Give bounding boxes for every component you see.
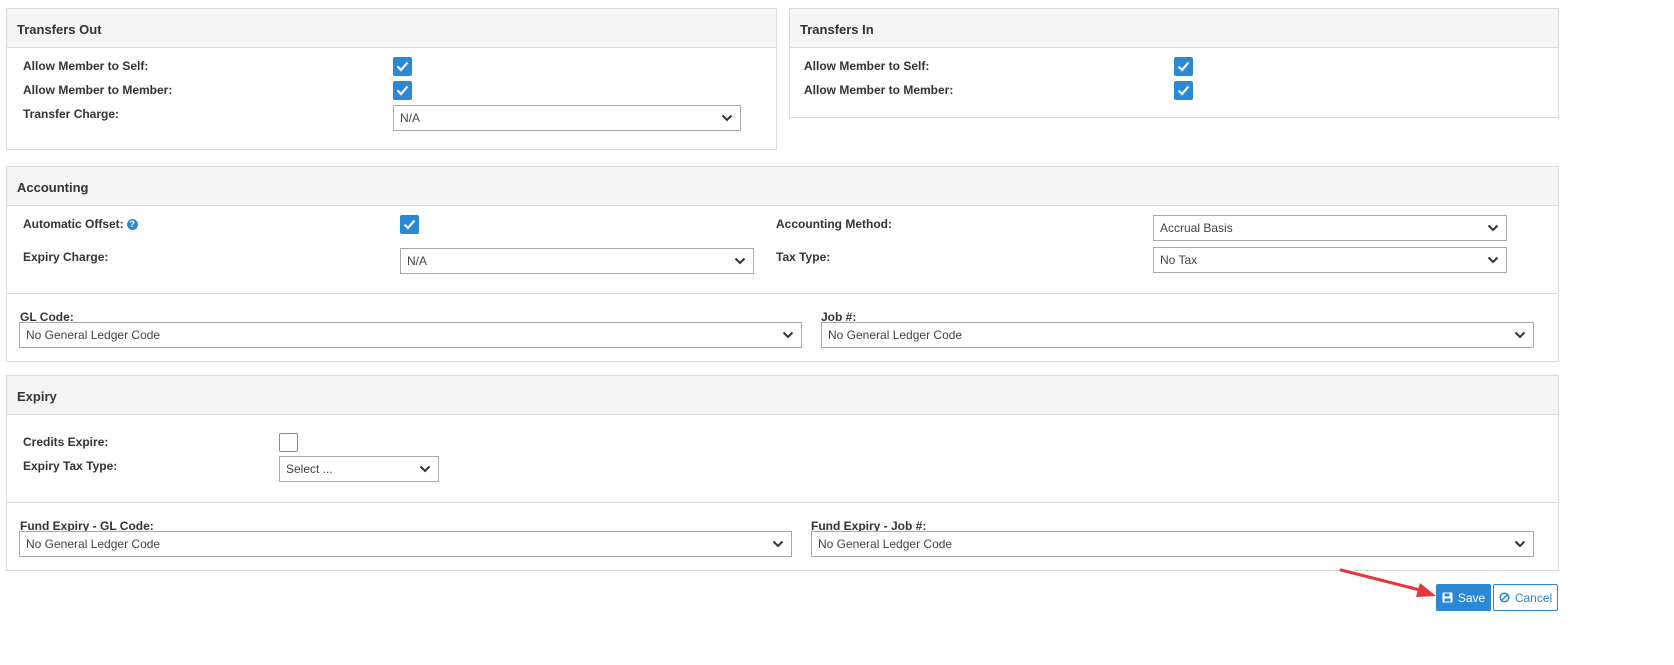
accounting-method-select[interactable]: Accrual Basis <box>1153 215 1507 241</box>
credits-expire-checkbox[interactable] <box>279 433 298 452</box>
transfers-out-title: Transfers Out <box>7 9 776 48</box>
fund-expiry-job-value: No General Ledger Code <box>818 537 953 551</box>
fund-expiry-gl-code-value: No General Ledger Code <box>26 537 161 551</box>
allow-member-to-member-label: Allow Member to Member: <box>804 83 954 97</box>
expiry-charge-value: N/A <box>407 254 428 268</box>
chevron-down-icon <box>782 331 794 339</box>
cancel-button[interactable]: Cancel <box>1493 584 1558 611</box>
floppy-disk-icon <box>1442 592 1453 603</box>
chevron-down-icon <box>772 540 784 548</box>
transfers-in-panel: Transfers In Allow Member to Self: Allow… <box>789 8 1559 118</box>
checkmark-icon <box>403 219 416 230</box>
expiry-title: Expiry <box>7 376 1558 415</box>
chevron-down-icon <box>419 465 431 473</box>
help-icon[interactable]: ? <box>126 219 138 230</box>
chevron-down-icon <box>1514 331 1526 339</box>
expiry-charge-label: Expiry Charge: <box>23 250 109 264</box>
transfer-charge-select[interactable]: N/A <box>393 105 741 131</box>
checkmark-icon <box>1177 85 1190 96</box>
transfers-in-member-to-self-checkbox[interactable] <box>1174 57 1193 76</box>
expiry-charge-select[interactable]: N/A <box>400 248 754 274</box>
expiry-tax-type-select[interactable]: Select ... <box>279 456 439 482</box>
transfer-charge-label: Transfer Charge: <box>23 107 120 121</box>
automatic-offset-label: Automatic Offset:? <box>23 217 138 231</box>
expiry-tax-type-label: Expiry Tax Type: <box>23 459 118 473</box>
annotation-arrow <box>1339 568 1436 597</box>
ban-icon <box>1499 592 1510 603</box>
expiry-panel: Expiry Credits Expire: Expiry Tax Type: … <box>6 375 1559 571</box>
allow-member-to-member-label: Allow Member to Member: <box>23 83 173 97</box>
chevron-down-icon <box>1514 540 1526 548</box>
allow-member-to-self-label: Allow Member to Self: <box>804 59 930 73</box>
accounting-title: Accounting <box>7 167 1558 206</box>
checkmark-icon <box>396 61 409 72</box>
cancel-button-label: Cancel <box>1514 590 1553 605</box>
accounting-panel: Accounting Automatic Offset:? Expiry Cha… <box>6 166 1559 362</box>
allow-member-to-self-label: Allow Member to Self: <box>23 59 149 73</box>
gl-code-value: No General Ledger Code <box>26 328 161 342</box>
transfers-out-panel: Transfers Out Allow Member to Self: Allo… <box>6 8 777 150</box>
tax-type-value: No Tax <box>1160 253 1198 267</box>
expiry-tax-type-value: Select ... <box>286 462 333 476</box>
fund-expiry-job-select[interactable]: No General Ledger Code <box>811 531 1534 557</box>
expiry-divider <box>7 502 1558 503</box>
transfer-charge-value: N/A <box>400 111 421 125</box>
fund-expiry-gl-code-select[interactable]: No General Ledger Code <box>19 531 792 557</box>
accounting-method-value: Accrual Basis <box>1160 221 1233 235</box>
automatic-offset-checkbox[interactable] <box>400 215 419 234</box>
accounting-method-label: Accounting Method: <box>776 217 892 231</box>
checkmark-icon <box>1177 61 1190 72</box>
checkmark-icon <box>396 85 409 96</box>
chevron-down-icon <box>721 114 733 122</box>
chevron-down-icon <box>734 257 746 265</box>
tax-type-select[interactable]: No Tax <box>1153 247 1507 273</box>
transfers-in-member-to-member-checkbox[interactable] <box>1174 81 1193 100</box>
chevron-down-icon <box>1487 224 1499 232</box>
transfers-in-title: Transfers In <box>790 9 1558 48</box>
save-button-label: Save <box>1457 590 1486 605</box>
transfers-out-member-to-self-checkbox[interactable] <box>393 57 412 76</box>
credits-expire-label: Credits Expire: <box>23 435 109 449</box>
tax-type-label: Tax Type: <box>776 250 831 264</box>
job-number-value: No General Ledger Code <box>828 328 963 342</box>
transfers-out-member-to-member-checkbox[interactable] <box>393 81 412 100</box>
gl-code-select[interactable]: No General Ledger Code <box>19 322 802 348</box>
save-button[interactable]: Save <box>1436 584 1491 611</box>
chevron-down-icon <box>1487 256 1499 264</box>
accounting-divider <box>7 293 1558 294</box>
job-number-select[interactable]: No General Ledger Code <box>821 322 1534 348</box>
